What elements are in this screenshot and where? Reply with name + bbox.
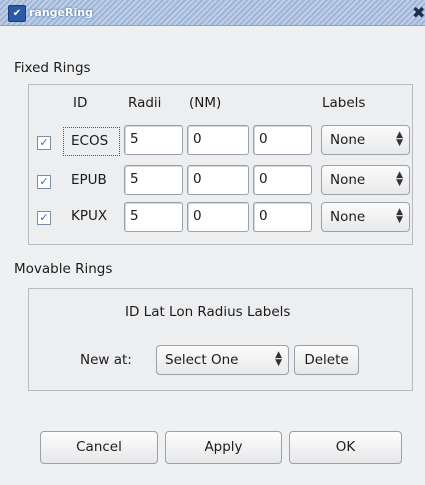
- select-value: None: [330, 209, 366, 225]
- movable-rings-columns: ID Lat Lon Radius Labels: [125, 304, 291, 320]
- range-ring-dialog: ✔ rangeRing ✖ Fixed Rings ID Radii (NM) …: [0, 0, 425, 485]
- ring-radius-3-kpux[interactable]: 0: [253, 202, 312, 232]
- ring-id-epub: EPUB: [71, 172, 107, 188]
- delete-button[interactable]: Delete: [294, 345, 359, 375]
- fixed-rings-label: Fixed Rings: [14, 60, 91, 76]
- title-bar: ✔ rangeRing ✖: [0, 0, 425, 26]
- field-value: 5: [130, 131, 139, 147]
- field-value: 0: [193, 208, 202, 224]
- select-value: None: [330, 172, 366, 188]
- ring-radius-1-epub[interactable]: 5: [124, 165, 183, 195]
- spinner-arrows-icon: ▲ ▼: [396, 170, 403, 188]
- spinner-arrows-icon: ▲ ▼: [396, 207, 403, 225]
- ring-id-ecos: ECOS: [71, 133, 109, 149]
- header-radii: Radii: [128, 95, 162, 111]
- apply-button[interactable]: Apply: [165, 431, 282, 464]
- spinner-arrows-icon: ▲ ▼: [275, 350, 282, 368]
- ring-id-kpux: KPUX: [71, 208, 108, 224]
- new-at-label: New at:: [80, 352, 132, 368]
- field-value: 0: [193, 171, 202, 187]
- ring-labels-select-epub[interactable]: None ▲ ▼: [321, 165, 410, 195]
- new-at-select[interactable]: Select One ▲ ▼: [156, 345, 289, 375]
- ring-radius-2-ecos[interactable]: 0: [187, 125, 249, 155]
- ring-radius-1-kpux[interactable]: 5: [124, 202, 183, 232]
- select-value: None: [330, 132, 366, 148]
- ring-radius-3-ecos[interactable]: 0: [253, 125, 312, 155]
- ok-button[interactable]: OK: [289, 431, 402, 464]
- ring-checkbox-kpux[interactable]: ✓: [37, 211, 51, 225]
- select-value: Select One: [165, 352, 239, 368]
- header-units: (NM): [189, 95, 222, 111]
- header-labels: Labels: [322, 95, 366, 111]
- field-value: 0: [259, 131, 268, 147]
- ring-radius-2-epub[interactable]: 0: [187, 165, 249, 195]
- ring-labels-select-ecos[interactable]: None ▲ ▼: [321, 125, 410, 155]
- ring-radius-3-epub[interactable]: 0: [253, 165, 312, 195]
- field-value: 5: [130, 208, 139, 224]
- movable-rings-label: Movable Rings: [14, 261, 113, 277]
- close-icon[interactable]: ✖: [412, 3, 425, 22]
- spinner-arrows-icon: ▲ ▼: [396, 130, 403, 148]
- cancel-button[interactable]: Cancel: [40, 431, 158, 464]
- ring-checkbox-ecos[interactable]: ✓: [37, 136, 51, 150]
- ring-radius-1-ecos[interactable]: 5: [124, 125, 183, 155]
- header-id: ID: [73, 95, 88, 111]
- ring-checkbox-epub[interactable]: ✓: [37, 175, 51, 189]
- window-title: rangeRing: [29, 6, 93, 19]
- field-value: 5: [130, 171, 139, 187]
- field-value: 0: [259, 171, 268, 187]
- ring-labels-select-kpux[interactable]: None ▲ ▼: [321, 202, 410, 232]
- chevron-down-icon[interactable]: ✔: [8, 5, 26, 22]
- ring-radius-2-kpux[interactable]: 0: [187, 202, 249, 232]
- field-value: 0: [193, 131, 202, 147]
- field-value: 0: [259, 208, 268, 224]
